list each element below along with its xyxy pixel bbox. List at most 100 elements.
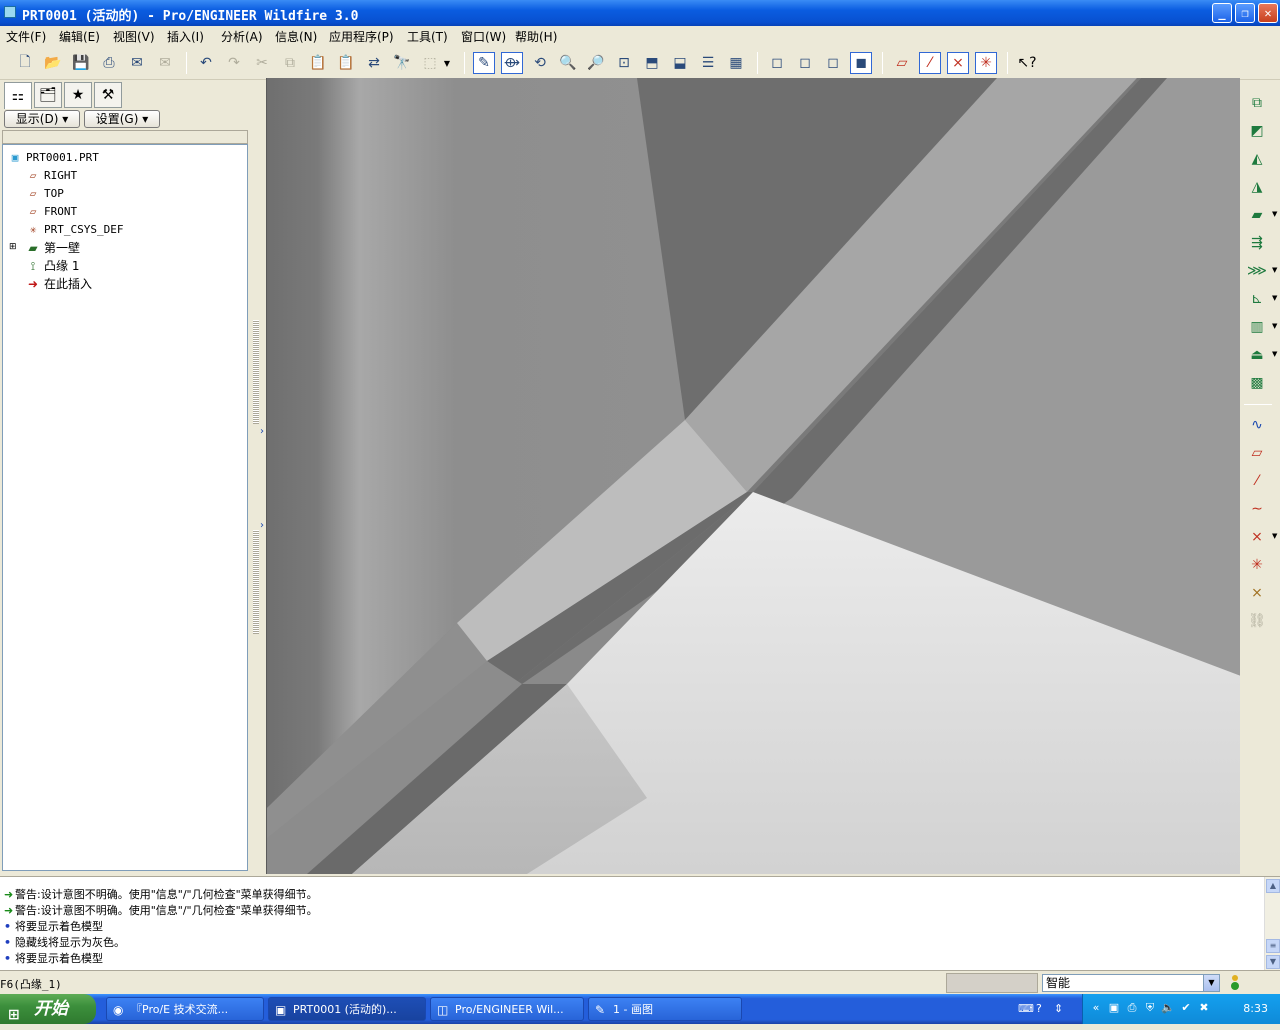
flat-wall-icon[interactable]: ▰ ▼ — [1246, 204, 1278, 226]
help-icon[interactable]: ? — [1036, 1002, 1054, 1015]
tree-item-front[interactable]: ▱ FRONT — [25, 203, 77, 221]
refit-icon[interactable]: ⊡ — [613, 52, 635, 74]
menu-help[interactable]: 帮助(H) — [515, 28, 557, 45]
undo-icon[interactable]: ↶ — [195, 52, 217, 74]
tab-model-tree[interactable]: ⚏ — [4, 82, 32, 109]
printer-icon[interactable]: ⎙ — [1125, 1001, 1139, 1015]
antivirus-icon[interactable]: ✔ — [1179, 1001, 1193, 1015]
selection-filter-select[interactable]: 智能 ▼ — [1042, 974, 1220, 992]
datum-axes-icon[interactable]: ⁄ — [919, 52, 941, 74]
reorient-icon[interactable]: ⬒ — [641, 52, 663, 74]
context-help-icon[interactable]: ↖? — [1016, 52, 1038, 74]
expand-arrow-icon[interactable]: › — [260, 520, 264, 531]
scroll-down-icon[interactable]: ▼ — [1266, 955, 1280, 969]
shield-icon[interactable]: ⛨ — [1143, 1001, 1157, 1015]
send-link-icon[interactable]: ✉ — [154, 52, 176, 74]
minimize-button[interactable]: _ — [1212, 3, 1232, 23]
tree-item-first-wall[interactable]: ▰ 第一壁 — [25, 239, 80, 257]
open-icon[interactable]: 📂 — [42, 52, 64, 74]
scroll-thumb[interactable]: ≡ — [1266, 939, 1280, 953]
taskbar-item[interactable]: ▣ PRT0001 (活动的)... — [268, 997, 426, 1021]
paste-icon[interactable]: 📋 — [307, 52, 329, 74]
tray-expand-icon[interactable]: « — [1089, 1001, 1103, 1015]
show-dropdown-button[interactable]: 显示(D) ▾ — [4, 110, 80, 128]
taskbar-item[interactable]: ✎ 1 - 画图 — [588, 997, 742, 1021]
sketch-icon[interactable]: ∿ — [1246, 414, 1268, 436]
chevron-down-icon[interactable]: ▼ — [441, 52, 453, 74]
expand-toggle[interactable]: ⊞ — [9, 238, 17, 256]
taskbar-item[interactable]: ◉ 『Pro/E 技术交流... — [106, 997, 264, 1021]
datum-planes-icon[interactable]: ▱ — [891, 52, 913, 74]
close-button[interactable]: ✕ — [1258, 3, 1278, 23]
selection-box-icon[interactable]: ⬚ — [419, 52, 441, 74]
bend-icon[interactable]: ⊾ ▼ — [1246, 288, 1277, 310]
redo-icon[interactable]: ↷ — [223, 52, 245, 74]
zoom-in-icon[interactable]: 🔍 — [557, 52, 579, 74]
layers-icon[interactable]: ☰ — [697, 52, 719, 74]
datum-plane-tool-icon[interactable]: ▱ — [1246, 442, 1268, 464]
datum-point-tool-icon[interactable]: ⨯ ▼ — [1246, 526, 1277, 548]
hidden-line-icon[interactable]: ◻ — [794, 52, 816, 74]
view-manager-icon[interactable]: ▦ — [725, 52, 747, 74]
sash-grip[interactable] — [253, 320, 259, 424]
datum-axis-tool-icon[interactable]: ⁄ — [1246, 470, 1268, 492]
tree-item-insert-here[interactable]: ➜ 在此插入 — [25, 275, 92, 293]
language-icon[interactable]: ⇕ — [1054, 1002, 1072, 1015]
csys-tool-icon[interactable]: ✳ — [1246, 554, 1268, 576]
tab-connections[interactable]: ⚒ — [94, 82, 122, 108]
navigator-sash[interactable]: › › — [250, 80, 266, 874]
menu-file[interactable]: 文件(F) — [6, 28, 46, 45]
planar-wall-icon[interactable]: ◩ — [1246, 120, 1268, 142]
message-scrollbar[interactable]: ▲ ≡ ▼ — [1264, 877, 1280, 971]
menu-applications[interactable]: 应用程序(P) — [329, 28, 394, 45]
save-icon[interactable]: 💾 — [70, 52, 92, 74]
keyboard-icon[interactable]: ⌨ — [1018, 1002, 1036, 1015]
maximize-button[interactable]: ❐ — [1235, 3, 1255, 23]
taskbar-item[interactable]: ◫ Pro/ENGINEER Wil... — [430, 997, 584, 1021]
copy-icon[interactable]: ⧉ — [279, 52, 301, 74]
network-icon[interactable]: ▣ — [1107, 1001, 1121, 1015]
coordinate-systems-icon[interactable]: ✳ — [975, 52, 997, 74]
flange-wall-icon[interactable]: ◭ — [1246, 148, 1268, 170]
tree-item-csys[interactable]: ✳ PRT_CSYS_DEF — [25, 221, 124, 239]
shading-icon[interactable]: ◼ — [850, 52, 872, 74]
analysis-tool-icon[interactable]: ⨯ — [1246, 582, 1268, 604]
merge-icon[interactable]: ⋙ ▼ — [1246, 260, 1277, 282]
menu-tools[interactable]: 工具(T) — [407, 28, 448, 45]
tree-column-header[interactable] — [2, 130, 248, 144]
orient-mode-icon[interactable]: ⟲ — [529, 52, 551, 74]
paste-special-icon[interactable]: 📋 — [335, 52, 357, 74]
convert-icon[interactable]: ⧉ — [1246, 92, 1268, 114]
tree-item-part[interactable]: ▣ PRT0001.PRT — [7, 149, 99, 167]
datum-curve-tool-icon[interactable]: ∼ — [1246, 498, 1268, 520]
menu-info[interactable]: 信息(N) — [275, 28, 317, 45]
sash-grip[interactable] — [253, 530, 259, 634]
scroll-up-icon[interactable]: ▲ — [1266, 879, 1280, 893]
menu-edit[interactable]: 编辑(E) — [59, 28, 100, 45]
start-button[interactable]: ⊞ 开始 — [0, 994, 96, 1024]
cut-icon[interactable]: ✂ — [251, 52, 273, 74]
menu-window[interactable]: 窗口(W) — [461, 28, 506, 45]
regenerate-icon[interactable]: ⇄ — [363, 52, 385, 74]
flat-pattern-icon[interactable]: ▩ — [1246, 372, 1268, 394]
extrude-wall-icon[interactable]: ◮ — [1246, 176, 1268, 198]
find-icon[interactable]: 🔭 — [391, 52, 413, 74]
unbend-icon[interactable]: ▥ ▼ — [1246, 316, 1277, 338]
tab-folder-browser[interactable]: 🗂 — [34, 82, 62, 108]
zoom-out-icon[interactable]: 🔎 — [585, 52, 607, 74]
spin-center-icon[interactable]: ⟴ — [501, 52, 523, 74]
graphics-window[interactable] — [266, 78, 1240, 874]
new-icon[interactable]: 🗋 — [14, 52, 36, 74]
no-hidden-icon[interactable]: ◻ — [822, 52, 844, 74]
print-icon[interactable]: ⎙ — [98, 52, 120, 74]
send-mail-icon[interactable]: ✉ — [126, 52, 148, 74]
chain-icon[interactable]: ⛓ — [1246, 610, 1268, 632]
repaint-icon[interactable]: ✎ — [473, 52, 495, 74]
tab-favorites[interactable]: ★ — [64, 82, 92, 108]
saved-views-icon[interactable]: ⬓ — [669, 52, 691, 74]
settings-dropdown-button[interactable]: 设置(G) ▾ — [84, 110, 160, 128]
tree-item-top[interactable]: ▱ TOP — [25, 185, 64, 203]
tree-item-right[interactable]: ▱ RIGHT — [25, 167, 77, 185]
menu-view[interactable]: 视图(V) — [113, 28, 155, 45]
collapse-arrow-icon[interactable]: › — [260, 426, 264, 437]
